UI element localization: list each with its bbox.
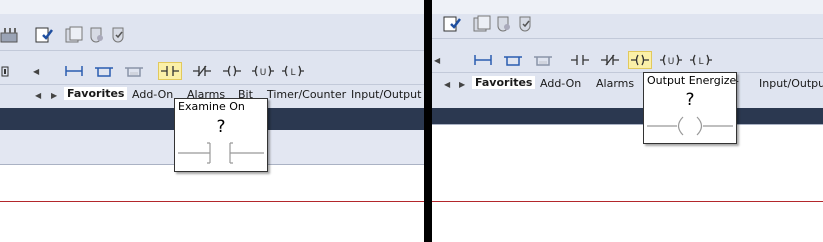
scroll-left-arrow-icon[interactable]: ◀ — [33, 67, 39, 76]
output-energize-button[interactable] — [628, 51, 652, 69]
tab-favorites[interactable]: Favorites — [472, 76, 536, 89]
output-energize-button[interactable] — [221, 63, 243, 79]
rung-button[interactable] — [472, 52, 494, 68]
right-pane: ◀ U L ◀ ▶ Favorites Add-On Alarms er Inp… — [432, 0, 823, 242]
tooltip-tag-placeholder: ? — [685, 90, 695, 110]
branch-level-button[interactable] — [123, 63, 145, 79]
shield-check-icon[interactable] — [109, 25, 129, 45]
branch-button[interactable] — [502, 52, 524, 68]
svg-text:L: L — [290, 68, 295, 78]
instruction-tooltip: Examine On ? — [174, 98, 268, 172]
grip-icon — [1, 64, 11, 78]
tab-scroll-right-icon[interactable]: ▶ — [51, 91, 57, 100]
output-unlatch-button[interactable]: U — [251, 63, 274, 79]
scroll-left-arrow-icon[interactable]: ◀ — [434, 56, 440, 65]
branch-button[interactable] — [93, 63, 115, 79]
examine-off-button[interactable] — [599, 52, 621, 68]
tooltip-title: Output Energize — [647, 74, 737, 87]
tooltip-title: Examine On — [178, 100, 245, 113]
tab-separator — [0, 84, 424, 85]
tab-input-output[interactable]: Input/Output — [351, 88, 421, 101]
examine-on-button[interactable] — [569, 52, 591, 68]
output-latch-button[interactable]: L — [689, 52, 712, 68]
output-unlatch-button[interactable]: U — [659, 52, 682, 68]
tab-scroll-right-icon[interactable]: ▶ — [459, 80, 465, 89]
split-divider — [424, 0, 432, 242]
tab-add-on[interactable]: Add-On — [540, 77, 581, 90]
tab-separator — [432, 72, 823, 73]
output-energize-symbol-icon — [647, 115, 733, 141]
examine-on-button[interactable] — [158, 62, 182, 80]
verify-icon[interactable] — [442, 14, 462, 34]
shield-check-icon[interactable] — [516, 14, 536, 34]
ladder-editor[interactable] — [0, 164, 424, 242]
rung-line — [432, 201, 823, 202]
left-pane: ◀ U L ◀ ▶ Favorites Add-On Alarms Bit Ti… — [0, 0, 424, 242]
tab-favorites[interactable]: Favorites — [64, 87, 128, 100]
examine-on-symbol-icon — [178, 142, 264, 168]
tab-scroll-left-icon[interactable]: ◀ — [444, 80, 450, 89]
properties-icon[interactable] — [472, 14, 492, 34]
tab-add-on[interactable]: Add-On — [132, 88, 173, 101]
module-icon[interactable] — [0, 25, 20, 45]
svg-text:U: U — [668, 57, 675, 67]
ladder-editor[interactable] — [432, 124, 823, 242]
tab-input-output[interactable]: Input/Output — [759, 77, 823, 90]
tooltip-tag-placeholder: ? — [216, 117, 226, 137]
svg-text:U: U — [260, 68, 267, 78]
svg-text:L: L — [698, 57, 703, 67]
toolbar-separator — [432, 38, 823, 39]
shield-icon[interactable] — [87, 25, 107, 45]
rung-line — [0, 201, 424, 202]
top-strip — [432, 0, 823, 14]
properties-icon[interactable] — [64, 25, 84, 45]
shield-icon[interactable] — [494, 14, 514, 34]
instruction-tooltip: Output Energize ? — [643, 72, 737, 144]
examine-off-button[interactable] — [191, 63, 213, 79]
toolbar-separator — [0, 50, 424, 51]
tab-timer-counter[interactable]: Timer/Counter — [267, 88, 346, 101]
branch-level-button[interactable] — [532, 52, 554, 68]
output-latch-button[interactable]: L — [281, 63, 304, 79]
tab-alarms[interactable]: Alarms — [596, 77, 634, 90]
top-strip — [0, 0, 424, 14]
tab-scroll-left-icon[interactable]: ◀ — [35, 91, 41, 100]
verify-icon[interactable] — [34, 25, 54, 45]
rung-button[interactable] — [63, 63, 85, 79]
